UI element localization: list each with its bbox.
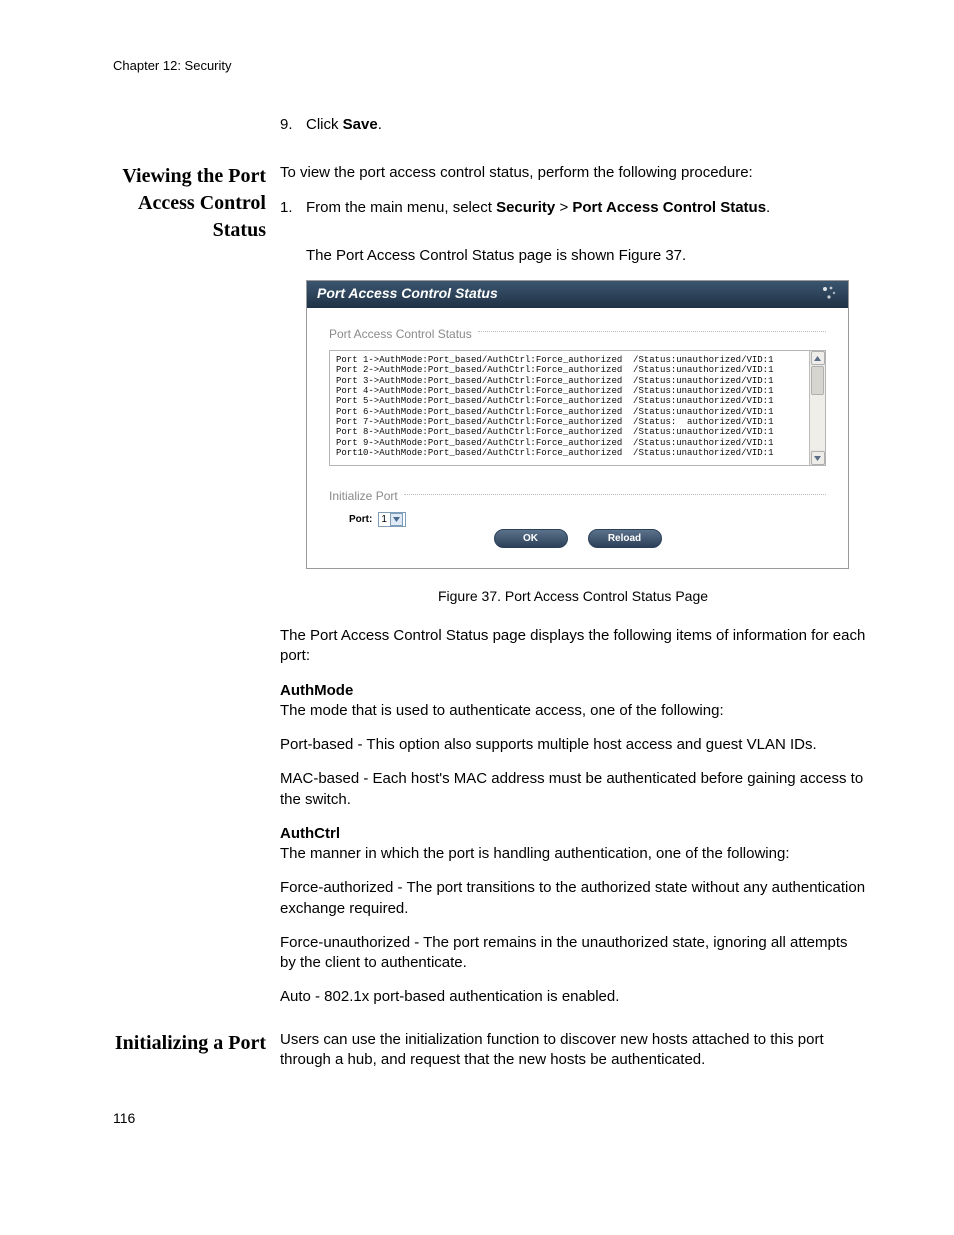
section-body: Users can use the initialization functio…	[280, 1030, 866, 1071]
step-text: Click Save.	[306, 115, 866, 135]
field-option: Port-based - This option also supports m…	[280, 735, 866, 755]
ok-button[interactable]: OK	[494, 529, 568, 548]
panel-section-label: Port Access Control Status	[329, 326, 472, 342]
status-line: Port 3->AuthMode:Port_based/AuthCtrl:For…	[336, 376, 819, 386]
status-line: Port 7->AuthMode:Port_based/AuthCtrl:For…	[336, 417, 819, 427]
field-title: AuthCtrl	[280, 825, 340, 842]
step-suffix: .	[378, 116, 382, 133]
scroll-down-button[interactable]	[811, 451, 825, 465]
figure-reference: The Port Access Control Status page is s…	[306, 246, 866, 266]
field-option: Auto - 802.1x port-based authentication …	[280, 987, 866, 1007]
status-line: Port 9->AuthMode:Port_based/AuthCtrl:For…	[336, 438, 819, 448]
separator: >	[555, 199, 572, 216]
port-select[interactable]: 1	[378, 512, 406, 527]
menu-item: Security	[496, 199, 555, 216]
status-line: Port 1->AuthMode:Port_based/AuthCtrl:For…	[336, 355, 819, 365]
reload-button[interactable]: Reload	[588, 529, 662, 548]
status-textarea[interactable]: Port 1->AuthMode:Port_based/AuthCtrl:For…	[329, 350, 826, 466]
dropdown-arrow[interactable]	[390, 513, 403, 526]
field-description: The mode that is used to authenticate ac…	[280, 701, 866, 721]
field-option: Force-authorized - The port transitions …	[280, 878, 866, 919]
description-paragraph: The Port Access Control Status page disp…	[280, 626, 866, 667]
status-line: Port 5->AuthMode:Port_based/AuthCtrl:For…	[336, 396, 819, 406]
init-section-label: Initialize Port	[329, 488, 398, 504]
step-number: 1.	[280, 198, 306, 218]
divider	[404, 494, 826, 495]
step-prefix: From the main menu, select	[306, 199, 496, 216]
step-text: From the main menu, select Security > Po…	[306, 198, 866, 218]
step-suffix: .	[766, 199, 770, 216]
chevron-down-icon	[814, 456, 821, 461]
intro-paragraph: To view the port access control status, …	[280, 163, 866, 183]
status-panel: Port Access Control Status	[306, 280, 849, 569]
field-option: MAC-based - Each host's MAC address must…	[280, 769, 866, 810]
status-line: Port10->AuthMode:Port_based/AuthCtrl:For…	[336, 448, 819, 458]
scrollbar[interactable]	[809, 351, 825, 465]
divider	[478, 331, 826, 332]
field-title: AuthMode	[280, 682, 353, 699]
menu-item: Port Access Control Status	[572, 199, 766, 216]
field-option: Force-unauthorized - The port remains in…	[280, 933, 866, 974]
chevron-down-icon	[393, 517, 400, 522]
page-number: 116	[113, 1110, 866, 1126]
port-label: Port:	[349, 513, 372, 527]
status-line: Port 4->AuthMode:Port_based/AuthCtrl:For…	[336, 386, 819, 396]
step-prefix: Click	[306, 116, 343, 133]
scroll-up-button[interactable]	[811, 351, 825, 365]
panel-header: Port Access Control Status	[307, 281, 848, 308]
logo-icon	[820, 284, 838, 302]
scroll-thumb[interactable]	[811, 366, 824, 395]
status-line: Port 6->AuthMode:Port_based/AuthCtrl:For…	[336, 407, 819, 417]
status-line: Port 8->AuthMode:Port_based/AuthCtrl:For…	[336, 427, 819, 437]
port-select-value: 1	[381, 513, 390, 527]
panel-title: Port Access Control Status	[317, 284, 498, 303]
step-number: 9.	[280, 115, 306, 135]
chapter-heading: Chapter 12: Security	[113, 58, 866, 73]
figure-caption: Figure 37. Port Access Control Status Pa…	[280, 587, 866, 606]
section-title-viewing: Viewing the Port Access Control Status	[113, 163, 266, 244]
chevron-up-icon	[814, 356, 821, 361]
step-action: Save	[343, 116, 378, 133]
status-line: Port 2->AuthMode:Port_based/AuthCtrl:For…	[336, 365, 819, 375]
section-title-initializing: Initializing a Port	[113, 1030, 266, 1057]
field-description: The manner in which the port is handling…	[280, 844, 866, 864]
scroll-track[interactable]	[810, 366, 825, 450]
